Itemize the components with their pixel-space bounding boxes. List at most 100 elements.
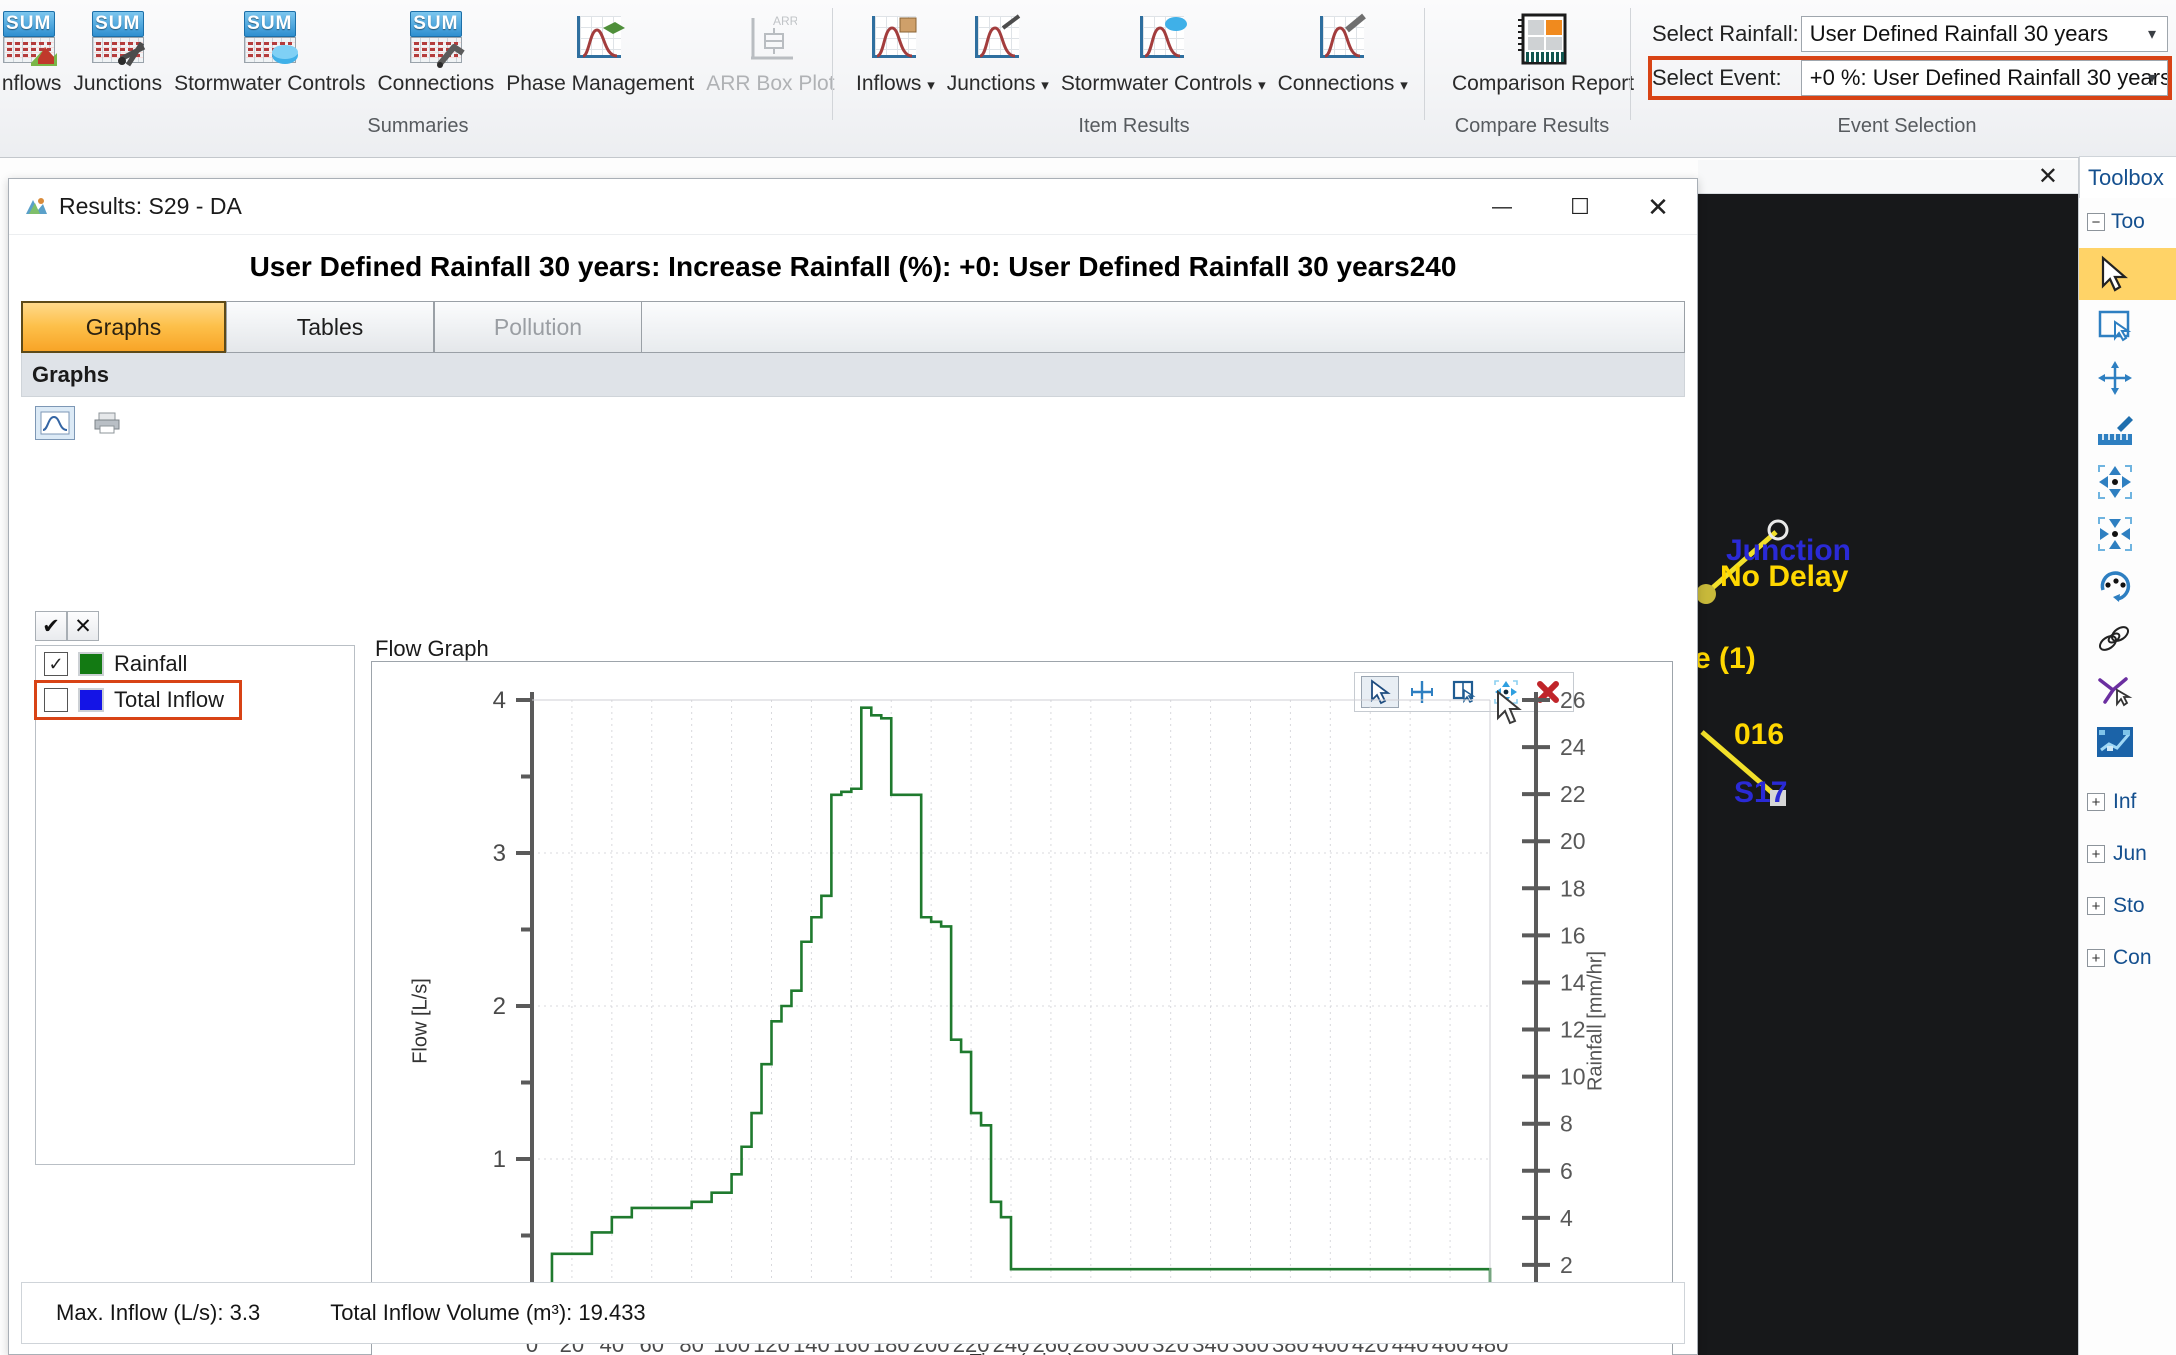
legend-color-swatch — [78, 688, 104, 712]
svg-text:3: 3 — [493, 840, 506, 867]
legend-item-rainfall[interactable]: ✓ Rainfall — [36, 646, 354, 682]
toolbox-tool-network-map[interactable] — [2079, 716, 2176, 768]
legend-checkbox[interactable] — [44, 688, 68, 712]
results-tab-bar: Graphs Tables Pollution — [21, 301, 1685, 353]
scale-in-icon — [2098, 465, 2132, 499]
ribbon-button-phase-management[interactable]: Phase Management — [500, 4, 700, 96]
graphs-mini-toolbar — [21, 397, 1685, 449]
legend-checkbox[interactable]: ✓ — [44, 652, 68, 676]
svg-text:4: 4 — [1560, 1205, 1573, 1231]
flow-graph-chart[interactable]: Flow Graph Flow [L/s] Rainfall [mm/hr] 1… — [371, 636, 1673, 1355]
chevron-down-icon[interactable]: ▾ — [2137, 61, 2167, 95]
ribbon-separator — [832, 8, 833, 120]
graph-inflows-icon — [868, 8, 922, 70]
toolbox-tool-move-node[interactable] — [2079, 352, 2176, 404]
ribbon-group-event-selection: Select Rainfall: User Defined Rainfall 3… — [1638, 0, 2176, 158]
select-pointer-icon — [2101, 255, 2128, 292]
ribbon-button-text: Connections — [1277, 72, 1395, 95]
toolbox-node-junctions[interactable]: + Jun — [2079, 828, 2176, 880]
sum-connections-icon: SUM — [408, 8, 465, 70]
ribbon-button-item-junctions[interactable]: Junctions ▾ — [941, 4, 1055, 96]
chain-link-icon — [2098, 626, 2130, 651]
select-event-row: Select Event: +0 %: User Defined Rainfal… — [1648, 56, 2172, 100]
results-window: Results: S29 - DA — ☐ ✕ User Defined Rai… — [8, 178, 1698, 1355]
ribbon-group-label-item-results: Item Results — [1078, 115, 1190, 137]
tab-graphs[interactable]: Graphs — [21, 301, 226, 353]
chevron-down-icon[interactable]: ▾ — [1258, 77, 1266, 94]
ribbon-button-summary-inflows[interactable]: SUM Inflows — [0, 4, 67, 96]
svg-text:6: 6 — [1560, 1158, 1573, 1184]
toolbox-tool-scale-in[interactable] — [2079, 456, 2176, 508]
cross-icon: ✕ — [74, 614, 92, 638]
sum-junctions-icon: SUM — [90, 8, 146, 70]
window-title-text: Results: S29 - DA — [59, 193, 242, 219]
toolbox-root-label: Too — [2111, 210, 2145, 233]
toolbox-node-stormwater[interactable]: + Sto — [2079, 880, 2176, 932]
close-icon[interactable]: ✕ — [2038, 162, 2058, 191]
toolbox-tool-measure[interactable] — [2079, 404, 2176, 456]
chevron-down-icon[interactable]: ▾ — [2137, 17, 2167, 51]
toolbox-tool-rotate[interactable] — [2079, 560, 2176, 612]
legend-item-total-inflow[interactable]: Total Inflow — [34, 680, 242, 720]
measure-icon — [2098, 416, 2133, 445]
toolbox-tool-select-pointer[interactable] — [2079, 248, 2176, 300]
toolbox-tool-chain-link[interactable] — [2079, 612, 2176, 664]
expand-icon[interactable]: + — [2087, 845, 2105, 863]
print-icon — [94, 412, 120, 434]
expand-icon[interactable]: + — [2087, 897, 2105, 915]
ribbon-button-label: Comparison Report — [1452, 72, 1635, 95]
ribbon-button-item-inflows[interactable]: Inflows ▾ — [850, 4, 941, 96]
ribbon-button-item-stormwater-controls[interactable]: Stormwater Controls ▾ — [1055, 4, 1272, 96]
app-icon — [26, 197, 47, 214]
max-inflow-value: Max. Inflow (L/s): 3.3 — [56, 1300, 261, 1325]
close-button[interactable]: ✕ — [1619, 179, 1697, 235]
graphs-section-bar: Graphs — [21, 353, 1685, 397]
svg-text:1: 1 — [493, 1146, 506, 1173]
ribbon-button-comparison-report[interactable]: Comparison Report — [1446, 4, 1640, 96]
map-label-s17: S17 — [1734, 776, 1788, 809]
expand-icon[interactable]: + — [2087, 949, 2105, 967]
toolbox-tool-scale-out[interactable] — [2079, 508, 2176, 560]
toolbox-tool-select-rectangle[interactable] — [2079, 300, 2176, 352]
ribbon-button-summary-stormwater-controls[interactable]: SUM Stormwater Controls — [168, 4, 371, 96]
uncheck-all-button[interactable]: ✕ — [67, 611, 99, 641]
phase-management-icon — [573, 8, 627, 70]
ribbon-button-summary-junctions[interactable]: SUM Junctions — [67, 4, 168, 96]
toolbox-node-inflows[interactable]: + Inf — [2079, 776, 2176, 828]
expand-icon[interactable]: + — [2087, 793, 2105, 811]
check-icon: ✔ — [42, 614, 60, 638]
ribbon-button-label: Inflows — [0, 72, 62, 95]
maximize-button[interactable]: ☐ — [1541, 179, 1619, 235]
ribbon-button-summary-connections[interactable]: SUM Connections — [371, 4, 500, 96]
tab-tables[interactable]: Tables — [226, 301, 434, 353]
ribbon-button-label: Phase Management — [506, 72, 695, 95]
minimize-button[interactable]: — — [1463, 179, 1541, 235]
results-header-title: User Defined Rainfall 30 years: Increase… — [249, 251, 1457, 282]
network-map-canvas[interactable]: Junction No Delay e (1) 016 S17 — [1694, 160, 2078, 1355]
print-button[interactable] — [87, 406, 127, 440]
toolbox-node-label: Inf — [2113, 790, 2137, 813]
map-label-016: 016 — [1734, 718, 1785, 751]
line-graph-button[interactable] — [35, 406, 75, 440]
sum-stormwater-controls-icon: SUM — [242, 8, 298, 70]
chevron-down-icon[interactable]: ▾ — [1041, 77, 1049, 94]
tab-label: Tables — [296, 313, 364, 340]
svg-text:18: 18 — [1560, 875, 1586, 901]
ribbon-button-item-connections[interactable]: Connections ▾ — [1272, 4, 1414, 96]
toolbox-tool-select-link[interactable] — [2079, 664, 2176, 716]
chevron-down-icon[interactable]: ▾ — [927, 77, 935, 94]
check-all-button[interactable]: ✔ — [35, 611, 67, 641]
collapse-icon[interactable]: − — [2087, 213, 2105, 231]
ribbon-group-item-results: Inflows ▾ Junctions ▾ Stormwater Control… — [840, 0, 1428, 158]
toolbox-root-node[interactable]: − Too — [2079, 202, 2176, 242]
rotate-icon — [2100, 571, 2131, 602]
svg-text:22: 22 — [1560, 781, 1586, 807]
map-panel-close-bar: ✕ — [1698, 160, 2078, 194]
select-rainfall-combobox[interactable]: User Defined Rainfall 30 years ▾ — [1800, 16, 2168, 52]
total-inflow-volume-value: Total Inflow Volume (m³): 19.433 — [330, 1300, 646, 1325]
toolbox-node-connections[interactable]: + Con — [2079, 932, 2176, 984]
window-titlebar[interactable]: Results: S29 - DA — ☐ ✕ — [9, 179, 1697, 235]
select-event-combobox[interactable]: +0 %: User Defined Rainfall 30 years240 … — [1800, 60, 2168, 96]
chevron-down-icon[interactable]: ▾ — [1400, 77, 1408, 94]
ribbon-button-label: Inflows ▾ — [856, 72, 935, 96]
